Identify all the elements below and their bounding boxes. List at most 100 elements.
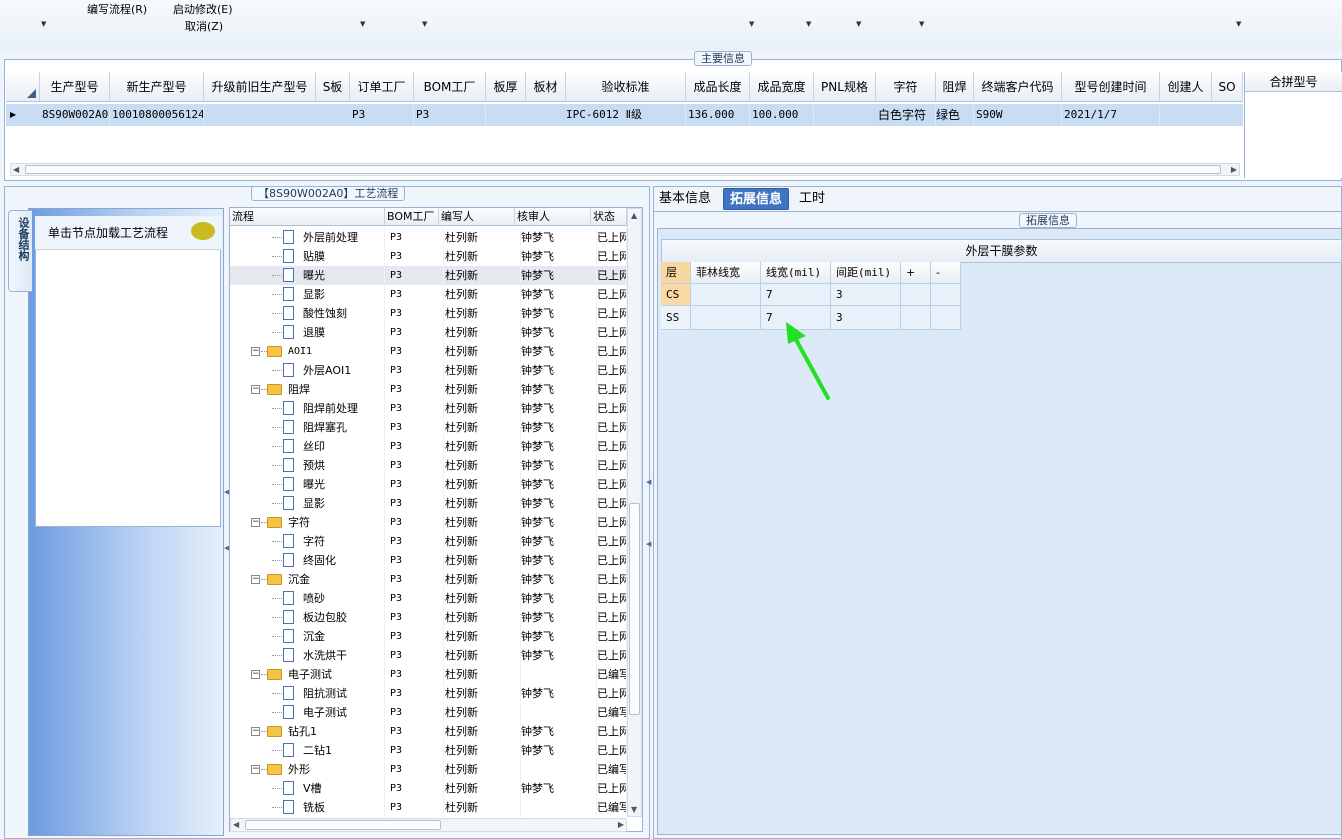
tree-cell-writer[interactable]: 杜列新	[445, 741, 521, 760]
tree-cell-writer[interactable]: 杜列新	[445, 323, 521, 342]
scroll-left-icon[interactable]: ◀	[13, 165, 19, 174]
col-header[interactable]: S板	[316, 72, 350, 102]
remove-column-button[interactable]: -	[931, 262, 961, 284]
scroll-right-icon[interactable]: ▶	[1231, 165, 1237, 174]
chevron-down-icon[interactable]: ▼	[806, 20, 811, 28]
tree-cell-status[interactable]: 已编写	[597, 798, 627, 817]
param-row-header[interactable]: SS	[661, 306, 691, 330]
tree-cell-writer[interactable]: 杜列新	[445, 779, 521, 798]
col-header[interactable]: 新生产型号	[110, 72, 204, 102]
tree-cell-name[interactable]: 外层前处理	[303, 228, 385, 247]
param-col-header[interactable]: 菲林线宽	[691, 262, 761, 284]
tree-cell-writer[interactable]: 杜列新	[445, 304, 521, 323]
col-header[interactable]: 成品宽度	[750, 72, 814, 102]
scroll-left-icon[interactable]: ◀	[233, 820, 239, 829]
tab-device-structure[interactable]: 设备结构	[8, 210, 32, 292]
tree-cell-reviewer[interactable]	[521, 798, 597, 817]
tree-cell-writer[interactable]: 杜列新	[445, 437, 521, 456]
tree-cell-status[interactable]: 已上网	[597, 646, 627, 665]
tree-cell-writer[interactable]: 杜列新	[445, 570, 521, 589]
tree-cell-reviewer[interactable]	[521, 760, 597, 779]
tree-cell-bom[interactable]: P3	[390, 665, 444, 684]
tree-cell-status[interactable]: 已上网	[597, 437, 627, 456]
tree-cell-status[interactable]: 已上网	[597, 228, 627, 247]
tree-cell-reviewer[interactable]: 钟梦飞	[521, 532, 597, 551]
tree-cell-reviewer[interactable]: 钟梦飞	[521, 228, 597, 247]
tree-cell-bom[interactable]: P3	[390, 722, 444, 741]
tree-cell-status[interactable]: 已上网	[597, 551, 627, 570]
tree-cell-reviewer[interactable]: 钟梦飞	[521, 741, 597, 760]
tree-cell-status[interactable]: 已上网	[597, 494, 627, 513]
tree-cell-bom[interactable]: P3	[390, 418, 444, 437]
tree-cell-name[interactable]: 字符	[288, 513, 385, 532]
tree-cell-bom[interactable]: P3	[390, 741, 444, 760]
tree-cell-name[interactable]: 板边包胶	[303, 608, 385, 627]
tree-cell-status[interactable]: 已上网	[597, 323, 627, 342]
tree-cell-status[interactable]: 已上网	[597, 266, 627, 285]
tree-row[interactable]: 阻焊塞孔 P3 杜列新 钟梦飞 已上网	[230, 418, 627, 437]
tree-cell-name[interactable]: AOI1	[288, 342, 385, 361]
add-column-button[interactable]: +	[901, 262, 931, 284]
tree-cell-status[interactable]: 已上网	[597, 399, 627, 418]
tree-row[interactable]: 水洗烘干 P3 杜列新 钟梦飞 已上网	[230, 646, 627, 665]
tree-cell-reviewer[interactable]: 钟梦飞	[521, 456, 597, 475]
tree-col-header[interactable]: 流程	[230, 208, 385, 226]
tree-cell-bom[interactable]: P3	[390, 342, 444, 361]
tree-cell-bom[interactable]: P3	[390, 760, 444, 779]
tree-row[interactable]: − 电子测试 P3 杜列新 已编写	[230, 665, 627, 684]
scroll-thumb[interactable]	[25, 165, 1221, 174]
tree-cell-reviewer[interactable]: 钟梦飞	[521, 285, 597, 304]
tree-row[interactable]: 电子测试 P3 杜列新 已编写	[230, 703, 627, 722]
cell[interactable]: 2021/1/7	[1064, 105, 1160, 125]
tree-cell-status[interactable]: 已上网	[597, 418, 627, 437]
tree-cell-name[interactable]: 外层AOI1	[303, 361, 385, 380]
tree-cell-name[interactable]: 显影	[303, 494, 385, 513]
param-cell[interactable]: 7	[761, 284, 831, 306]
collapse-icon[interactable]: −	[251, 727, 260, 736]
tree-cell-reviewer[interactable]: 钟梦飞	[521, 418, 597, 437]
tree-h-scrollbar[interactable]: ◀ ▶	[230, 818, 627, 832]
tree-row[interactable]: 外层前处理 P3 杜列新 钟梦飞 已上网	[230, 228, 627, 247]
param-cell[interactable]	[931, 306, 961, 330]
tab-basic-info[interactable]: 基本信息	[653, 188, 717, 210]
tree-cell-reviewer[interactable]: 钟梦飞	[521, 551, 597, 570]
cancel-button[interactable]: 取消(Z)	[185, 18, 223, 34]
collapse-icon[interactable]: −	[251, 385, 260, 394]
chevron-down-icon[interactable]: ▼	[919, 20, 924, 28]
param-col-header[interactable]: 间距(mil)	[831, 262, 901, 284]
col-header[interactable]: PNL规格	[814, 72, 876, 102]
tree-cell-name[interactable]: 预烘	[303, 456, 385, 475]
tree-cell-bom[interactable]: P3	[390, 513, 444, 532]
tree-cell-writer[interactable]: 杜列新	[445, 551, 521, 570]
tree-row[interactable]: 曝光 P3 杜列新 钟梦飞 已上网	[230, 266, 627, 285]
tree-cell-reviewer[interactable]: 钟梦飞	[521, 494, 597, 513]
col-header[interactable]: 字符	[876, 72, 936, 102]
tree-cell-writer[interactable]: 杜列新	[445, 722, 521, 741]
tree-cell-name[interactable]: 字符	[303, 532, 385, 551]
tree-cell-status[interactable]: 已上网	[597, 627, 627, 646]
param-cell[interactable]	[901, 306, 931, 330]
tree-cell-status[interactable]: 已上网	[597, 589, 627, 608]
chevron-down-icon[interactable]: ▼	[41, 20, 46, 28]
grid-corner[interactable]	[6, 72, 40, 102]
chevron-down-icon[interactable]: ▼	[360, 20, 365, 28]
tree-cell-bom[interactable]: P3	[390, 247, 444, 266]
tree-cell-bom[interactable]: P3	[390, 532, 444, 551]
tree-cell-name[interactable]: 阻抗测试	[303, 684, 385, 703]
tree-cell-writer[interactable]: 杜列新	[445, 665, 521, 684]
tree-cell-reviewer[interactable]: 钟梦飞	[521, 570, 597, 589]
tree-cell-reviewer[interactable]: 钟梦飞	[521, 247, 597, 266]
tree-col-header[interactable]: 核审人	[515, 208, 591, 226]
tree-cell-bom[interactable]: P3	[390, 684, 444, 703]
tree-cell-status[interactable]: 已上网	[597, 741, 627, 760]
start-modify-button[interactable]: 启动修改(E)	[173, 1, 233, 17]
tree-v-scrollbar[interactable]: ▲ ▼	[627, 208, 642, 817]
tree-cell-status[interactable]: 已上网	[597, 570, 627, 589]
tree-row[interactable]: − 字符 P3 杜列新 钟梦飞 已上网	[230, 513, 627, 532]
col-header[interactable]: 创建人	[1160, 72, 1212, 102]
tree-cell-bom[interactable]: P3	[390, 798, 444, 817]
tree-cell-writer[interactable]: 杜列新	[445, 532, 521, 551]
tree-cell-bom[interactable]: P3	[390, 361, 444, 380]
tree-cell-status[interactable]: 已上网	[597, 247, 627, 266]
chevron-down-icon[interactable]: ▼	[1236, 20, 1241, 28]
